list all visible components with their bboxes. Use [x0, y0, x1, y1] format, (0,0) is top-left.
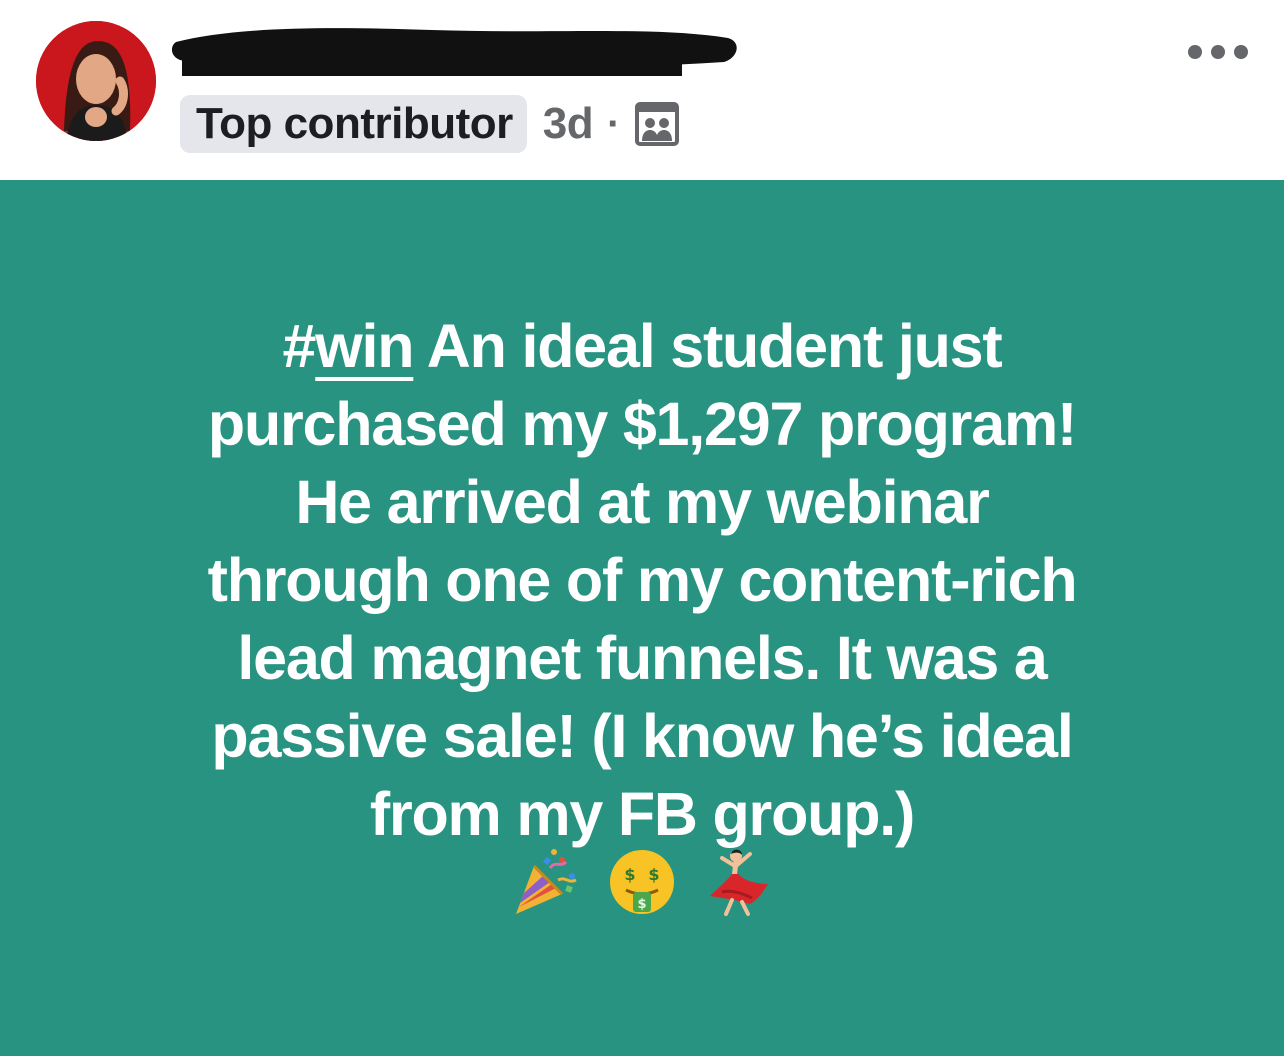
- svg-text:$: $: [624, 865, 635, 884]
- meta-separator: ·: [607, 101, 621, 146]
- post-line: He arrived at my webinar: [295, 468, 990, 536]
- more-options-icon[interactable]: [1188, 34, 1248, 70]
- dancer-icon: [710, 849, 768, 916]
- top-contributor-badge[interactable]: Top contributor: [180, 95, 527, 153]
- post-line: purchased my $1,297 program!: [207, 390, 1077, 458]
- author-name-redacted: [172, 28, 737, 76]
- post-line: through one of my content-rich: [207, 546, 1078, 614]
- party-popper-icon: [516, 849, 577, 914]
- more-dot: [1234, 45, 1248, 59]
- svg-text:$: $: [637, 897, 646, 912]
- post-line: from my FB group.): [369, 780, 916, 848]
- post-timestamp[interactable]: 3d: [543, 99, 594, 149]
- post-line: #win An ideal student just: [90, 307, 1194, 385]
- post-line: passive sale! (I know he’s ideal: [211, 702, 1073, 770]
- hashtag-symbol: #: [282, 312, 317, 380]
- emoji-row: $ $ $: [0, 846, 1284, 926]
- hashtag-link[interactable]: #win: [282, 312, 415, 380]
- post-body: #win An ideal student just purchased my …: [90, 307, 1194, 853]
- group-members-icon: [635, 102, 680, 146]
- post-line-text: An ideal student just: [413, 312, 1003, 380]
- post-meta: Top contributor 3d ·: [180, 94, 680, 154]
- more-dot: [1188, 45, 1202, 59]
- author-avatar[interactable]: [36, 21, 156, 141]
- hashtag-word: win: [315, 312, 414, 380]
- svg-text:$: $: [648, 865, 659, 884]
- post-line: lead magnet funnels. It was a: [237, 624, 1047, 692]
- more-dot: [1211, 45, 1225, 59]
- money-mouth-face-icon: $ $ $: [610, 850, 674, 914]
- post-header: Top contributor 3d ·: [0, 0, 1284, 180]
